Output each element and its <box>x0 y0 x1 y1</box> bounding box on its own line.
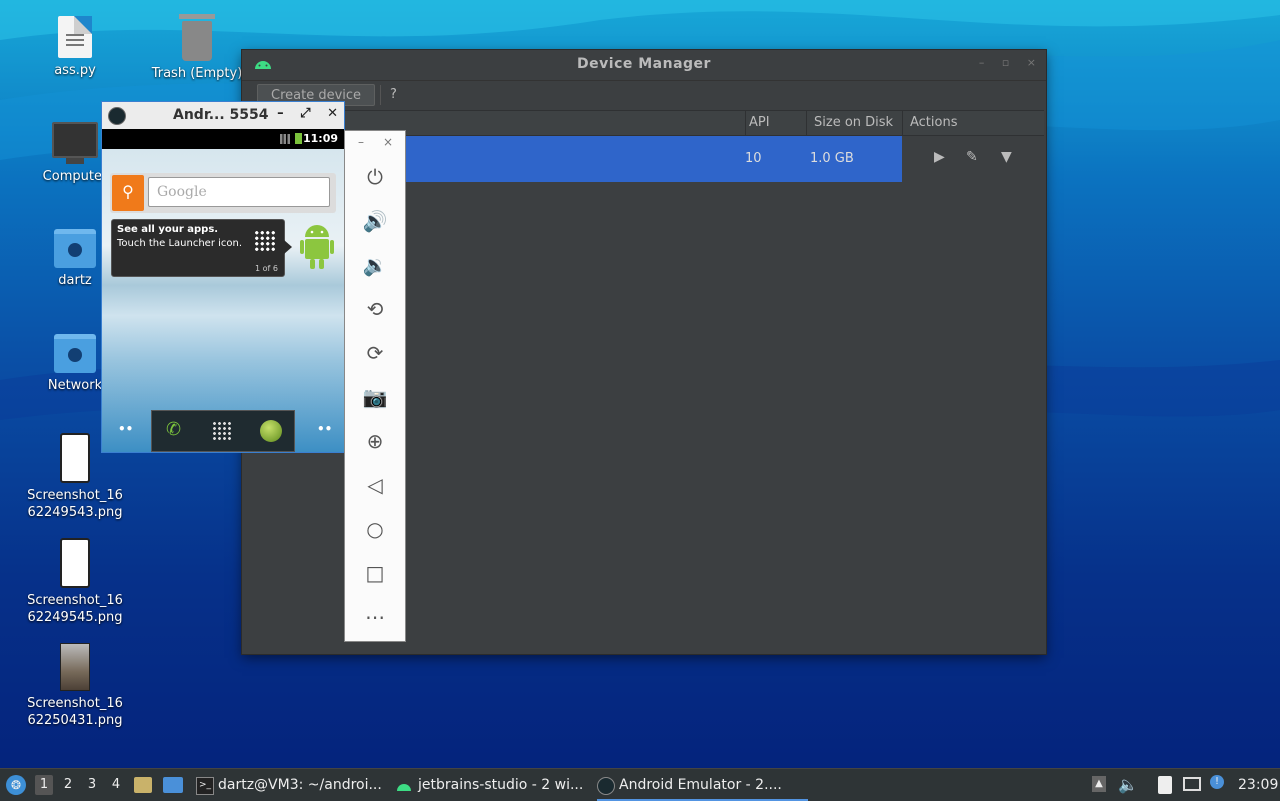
show-desktop-icon[interactable] <box>163 777 183 793</box>
task-label: dartz@VM3: ~/androi... <box>218 777 382 793</box>
rotate-right-icon[interactable]: ⟳ <box>345 331 405 375</box>
close-button[interactable]: ✕ <box>327 106 338 121</box>
zoom-icon[interactable]: ⊕ <box>345 419 405 463</box>
window-title: Device Manager <box>577 56 711 72</box>
desktop-icon-label: Screenshot_1662249543.png <box>27 488 123 520</box>
overview-icon[interactable]: □ <box>345 551 405 595</box>
search-icon[interactable]: ⚲ <box>112 175 144 211</box>
help-button[interactable]: ? <box>390 87 397 102</box>
android-status-bar: 11:09 <box>102 129 344 149</box>
more-actions-icon[interactable]: ▼ <box>1001 149 1012 165</box>
desktop-icon-label: ass.py <box>54 63 96 78</box>
terminal-icon: >_ <box>196 777 214 795</box>
image-file-icon <box>60 643 90 691</box>
more-icon[interactable]: ⋯ <box>345 595 405 639</box>
desktop-icon-label: Screenshot_1662250431.png <box>27 696 123 728</box>
column-api[interactable]: API <box>749 115 770 130</box>
network-icon[interactable] <box>1183 777 1201 791</box>
signal-icon <box>280 134 290 144</box>
workspace-3[interactable]: 3 <box>83 775 101 795</box>
trash-icon <box>182 21 212 61</box>
task-terminal[interactable]: >_ dartz@VM3: ~/androi... <box>196 769 382 801</box>
app-drawer-icon[interactable] <box>212 421 232 441</box>
task-label: jetbrains-studio - 2 wi... <box>418 777 584 793</box>
desktop-icon-screenshot-3[interactable]: Screenshot_1662250431.png <box>15 643 135 729</box>
task-android-emulator[interactable]: Android Emulator - 2.... <box>597 769 808 801</box>
page-indicator-left: •• <box>118 422 134 436</box>
desktop-icon-ass-py[interactable]: ass.py <box>15 16 135 79</box>
maximize-button[interactable]: ⤢ <box>300 106 310 121</box>
home-icon[interactable]: ○ <box>345 507 405 551</box>
clipboard-icon[interactable] <box>1158 776 1172 794</box>
desktop-icon-trash[interactable]: Trash (Empty) <box>142 14 252 82</box>
status-clock: 11:09 <box>302 132 338 145</box>
home-folder-icon <box>54 229 96 268</box>
maximize-button[interactable]: ▫ <box>1002 56 1009 69</box>
toolbar-minimize-button[interactable]: – <box>358 135 364 149</box>
tip-body: Touch the Launcher icon. <box>117 238 243 249</box>
launch-icon[interactable]: ▶ <box>934 149 945 165</box>
cell-api: 10 <box>745 151 762 166</box>
tip-counter: 1 of 6 <box>255 264 278 273</box>
edit-icon[interactable]: ✎ <box>966 149 978 165</box>
emulator-title: Andr... 5554 <box>173 107 269 123</box>
tip-heading: See all your apps. <box>117 224 219 235</box>
workspace-2[interactable]: 2 <box>59 775 77 795</box>
volume-down-icon[interactable]: 🔉 <box>345 243 405 287</box>
workspace-1[interactable]: 1 <box>35 775 53 795</box>
device-manager-titlebar[interactable]: Device Manager – ▫ × <box>242 50 1046 81</box>
desktop-icon-screenshot-2[interactable]: Screenshot_1662249545.png <box>15 538 135 626</box>
workspace-4[interactable]: 4 <box>107 775 125 795</box>
tray-expand-icon[interactable]: ▲ <box>1092 776 1106 792</box>
volume-up-icon[interactable]: 🔊 <box>345 199 405 243</box>
phone-icon[interactable]: ✆ <box>166 419 181 440</box>
search-input[interactable]: Google <box>148 177 330 207</box>
desktop-icon-label: Screenshot_1662249545.png <box>27 593 123 625</box>
task-jetbrains-studio[interactable]: jetbrains-studio - 2 wi... <box>396 769 583 801</box>
page-indicator-right: •• <box>317 422 333 436</box>
rotate-left-icon[interactable]: ⟲ <box>345 287 405 331</box>
android-studio-icon <box>397 784 411 791</box>
computer-icon <box>52 122 98 158</box>
android-home-screen[interactable]: ⚲ Google See all your apps. Touch the La… <box>102 149 344 452</box>
file-manager-launcher-icon[interactable] <box>134 777 152 793</box>
battery-icon <box>295 133 302 144</box>
notification-icon[interactable]: ! <box>1210 775 1224 789</box>
desktop-icon-label: Trash (Empty) <box>151 66 243 81</box>
python-file-icon <box>58 16 92 58</box>
power-icon[interactable]: ⏻ <box>345 155 405 199</box>
column-size-on-disk[interactable]: Size on Disk <box>814 115 893 130</box>
android-mascot-icon <box>300 225 334 269</box>
emulator-toolbar: – × ⏻ 🔊 🔉 ⟲ ⟳ 📷 ⊕ ◁ ○ □ ⋯ <box>344 130 406 642</box>
volume-icon[interactable]: 🔈 <box>1118 769 1138 801</box>
toolbar-close-button[interactable]: × <box>383 135 393 149</box>
image-file-icon <box>60 538 90 588</box>
camera-icon[interactable]: 📷 <box>345 375 405 419</box>
taskbar: ❂ 1 2 3 4 >_ dartz@VM3: ~/androi... jetb… <box>0 768 1280 801</box>
taskbar-clock[interactable]: 23:09 <box>1238 769 1278 801</box>
emulator-icon <box>597 777 615 795</box>
image-file-icon <box>60 433 90 483</box>
browser-icon[interactable] <box>260 420 282 442</box>
home-dock: ✆ <box>151 410 295 452</box>
emulator-titlebar[interactable]: Andr... 5554 – ⤢ ✕ <box>102 102 344 129</box>
column-actions: Actions <box>910 115 958 130</box>
launcher-grid-icon <box>254 230 276 252</box>
task-label: Android Emulator - 2.... <box>619 777 782 793</box>
emulator-logo-icon <box>108 107 126 125</box>
minimize-button[interactable]: – <box>277 106 284 121</box>
cell-size: 1.0 GB <box>810 151 854 166</box>
start-menu-icon[interactable]: ❂ <box>6 775 26 795</box>
network-folder-icon <box>54 334 96 373</box>
google-search-widget[interactable]: ⚲ Google <box>110 173 336 213</box>
minimize-button[interactable]: – <box>979 56 985 69</box>
emulator-window: Andr... 5554 – ⤢ ✕ 11:09 ⚲ Google See al… <box>101 101 345 453</box>
launcher-tip[interactable]: See all your apps. Touch the Launcher ic… <box>111 219 292 277</box>
back-icon[interactable]: ◁ <box>345 463 405 507</box>
close-button[interactable]: × <box>1027 56 1036 69</box>
device-manager-toolbar: Create device ? <box>242 81 1046 109</box>
